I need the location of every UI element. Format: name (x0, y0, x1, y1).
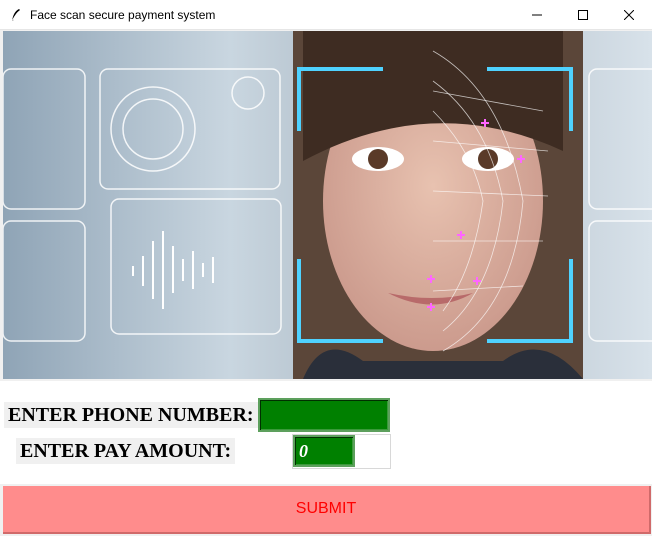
title-bar: Face scan secure payment system (0, 0, 652, 30)
maximize-button[interactable] (560, 0, 606, 30)
payment-form: ENTER PHONE NUMBER: ENTER PAY AMOUNT: (0, 381, 652, 484)
phone-number-label: ENTER PHONE NUMBER: (4, 402, 258, 428)
face-scan-banner (3, 31, 652, 379)
minimize-button[interactable] (514, 0, 560, 30)
pay-amount-label: ENTER PAY AMOUNT: (16, 438, 236, 464)
minimize-icon (532, 14, 542, 16)
pay-amount-input[interactable] (293, 435, 355, 467)
maximize-icon (578, 10, 588, 20)
phone-number-input[interactable] (258, 398, 390, 432)
close-button[interactable] (606, 0, 652, 30)
window-controls (514, 0, 652, 30)
feather-icon (8, 7, 24, 23)
face-scan-image (3, 31, 652, 379)
window-title: Face scan secure payment system (30, 7, 216, 22)
submit-button[interactable]: SUBMIT (3, 486, 651, 534)
close-icon (624, 10, 634, 20)
